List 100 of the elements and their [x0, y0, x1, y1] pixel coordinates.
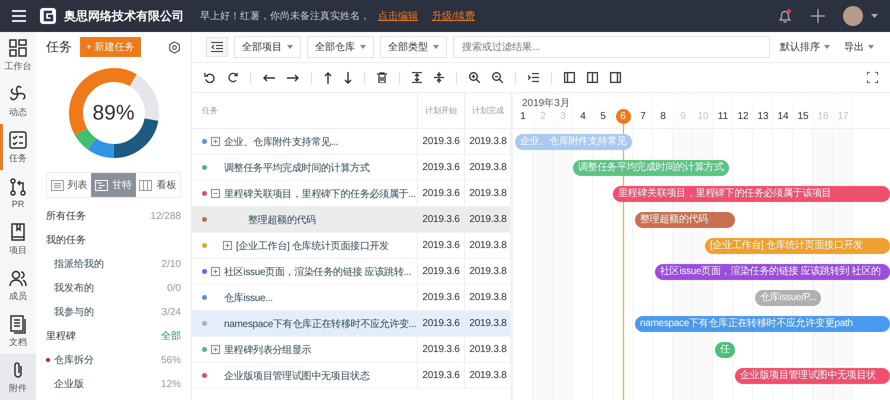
day-label: 8	[659, 110, 667, 124]
redo-icon[interactable]	[227, 72, 238, 83]
start-date: 2019.3.6	[418, 259, 465, 284]
dashboard-icon	[8, 38, 28, 58]
task-name: 调整任务平均完成时间的计算方式	[224, 162, 370, 174]
filter-item[interactable]: 所有任务 12/288	[46, 204, 181, 228]
arrow-right-icon[interactable]	[287, 74, 299, 82]
sidebar-title: 任务	[46, 38, 72, 56]
task-row[interactable]: namespace下有仓库正在转移时不应允许变... 2019.3.6 2019.3.8	[192, 311, 510, 337]
arrow-left-icon[interactable]	[263, 74, 275, 82]
task-name: 企业、仓库附件支持常见...	[224, 136, 338, 148]
nav-item[interactable]: 文档	[0, 308, 36, 354]
logo-icon[interactable]	[40, 8, 56, 24]
filter-item[interactable]: 企业版 12%	[46, 372, 181, 396]
start-date: 2019.3.6	[418, 311, 465, 336]
caret-icon	[824, 45, 830, 49]
task-bar[interactable]: 整理超额的代码	[635, 212, 735, 228]
nav-item[interactable]: 工作台	[0, 32, 36, 78]
checklist-icon	[8, 130, 28, 150]
board-view-icon	[139, 180, 152, 190]
day-label: 3	[559, 110, 567, 124]
filter-dropdown[interactable]: 全部类型	[380, 36, 447, 58]
start-date: 2019.3.6	[418, 233, 465, 258]
filter-dropdown[interactable]: 全部仓库	[307, 36, 374, 58]
filter-count: 56%	[160, 354, 181, 366]
caret-icon[interactable]	[871, 14, 878, 18]
settings-icon[interactable]	[168, 40, 181, 54]
nav-item[interactable]: 动态	[0, 78, 36, 124]
expand-icon[interactable]	[211, 137, 220, 146]
collapse-rows-icon[interactable]	[434, 72, 444, 83]
split-panel-icon[interactable]	[587, 72, 598, 83]
day-label: 2	[539, 110, 547, 124]
nav-item[interactable]: PR	[0, 170, 36, 216]
filter-count: 3/24	[162, 306, 181, 318]
filter-label: 所有任务	[46, 210, 87, 223]
task-bar[interactable]: 社区issue页面，渲染任务的链接 应该跳转到 社区的	[655, 264, 890, 280]
nav-item[interactable]: 任务	[0, 124, 36, 170]
filter-item[interactable]: 仓库拆分 56%	[46, 348, 181, 372]
search-field[interactable]: 搜索或过滤结果...	[453, 36, 770, 58]
task-name: 整理超额的代码	[248, 214, 316, 226]
zoom-in-icon[interactable]	[469, 72, 480, 83]
arrow-up-icon[interactable]	[324, 72, 332, 84]
nav-item[interactable]: 项目	[0, 216, 36, 262]
day-label: 15	[796, 110, 810, 124]
filter-label: 指派给我的	[54, 258, 105, 271]
nav-item[interactable]: 附件	[0, 354, 36, 400]
trash-icon[interactable]	[377, 72, 387, 83]
arrow-down-icon[interactable]	[344, 72, 352, 84]
task-name: namespace下有仓库正在转移时不应允许变...	[224, 318, 416, 330]
outdent-icon[interactable]	[528, 73, 539, 82]
task-name: [企业工作台] 仓库统计页面接口开发	[236, 240, 389, 252]
expand-icon[interactable]	[211, 345, 220, 354]
gantt-view-icon	[94, 180, 108, 190]
menu-icon[interactable]	[12, 10, 26, 22]
filter-count: 0/0	[167, 282, 181, 294]
left-panel-icon[interactable]	[564, 72, 575, 83]
caret-icon	[360, 45, 366, 49]
bell-icon[interactable]	[777, 8, 793, 24]
day-label: 13	[756, 110, 770, 124]
filter-count: 12%	[160, 378, 181, 390]
zoom-out-icon[interactable]	[492, 72, 503, 83]
plus-icon[interactable]	[811, 9, 825, 23]
filter-item[interactable]: 我发布的 0/0	[46, 276, 181, 300]
column-header: 计划开始	[418, 93, 465, 128]
sort-dropdown[interactable]: 默认排序	[776, 40, 834, 54]
day-label: 5	[599, 110, 607, 124]
filter-dropdown[interactable]: 全部项目	[234, 36, 301, 58]
view-all-link[interactable]: 全部	[161, 329, 181, 343]
expand-icon[interactable]	[211, 267, 220, 276]
filter-item[interactable]: 我参与的 3/24	[46, 300, 181, 324]
avatar[interactable]	[843, 6, 863, 26]
filter-label: 我参与的	[54, 306, 95, 319]
progress-percent: 89%	[92, 102, 135, 124]
undo-icon[interactable]	[204, 72, 215, 83]
expand-rows-icon[interactable]	[412, 72, 422, 83]
outline-toggle-button[interactable]	[206, 37, 228, 57]
task-row[interactable]: 整理超额的代码 2019.3.6 2019.3.8	[192, 207, 510, 233]
expand-icon[interactable]	[223, 241, 232, 250]
column-header: 任务	[192, 93, 418, 128]
month-label: 2019年3月	[522, 97, 570, 110]
export-dropdown[interactable]: 导出	[840, 40, 878, 54]
nav-item[interactable]: 成员	[0, 262, 36, 308]
day-label: 10	[696, 110, 710, 124]
day-label: 12	[736, 110, 750, 124]
greeting-text: 早上好！红薯，你尚未备注真实姓名，	[200, 10, 370, 23]
branch-icon	[8, 177, 28, 197]
filter-item[interactable]: 指派给我的 2/10	[46, 252, 181, 276]
day-label: 16	[816, 110, 830, 124]
day-label: 1	[519, 110, 527, 124]
task-name: 里程碑关联项目，里程碑下的任务必须属于...	[224, 188, 416, 200]
collapse-icon[interactable]	[211, 189, 220, 198]
fullscreen-icon[interactable]	[867, 72, 878, 83]
list-view-icon	[50, 180, 64, 190]
right-panel-icon[interactable]	[610, 72, 621, 83]
section-title: 我的任务	[46, 234, 86, 247]
indent-icon	[211, 42, 223, 52]
upgrade-link[interactable]: 升级/续费	[432, 9, 475, 23]
day-label: 11	[716, 110, 730, 124]
day-label: 7	[639, 110, 647, 124]
edit-name-link[interactable]: 点击编辑	[378, 9, 418, 23]
